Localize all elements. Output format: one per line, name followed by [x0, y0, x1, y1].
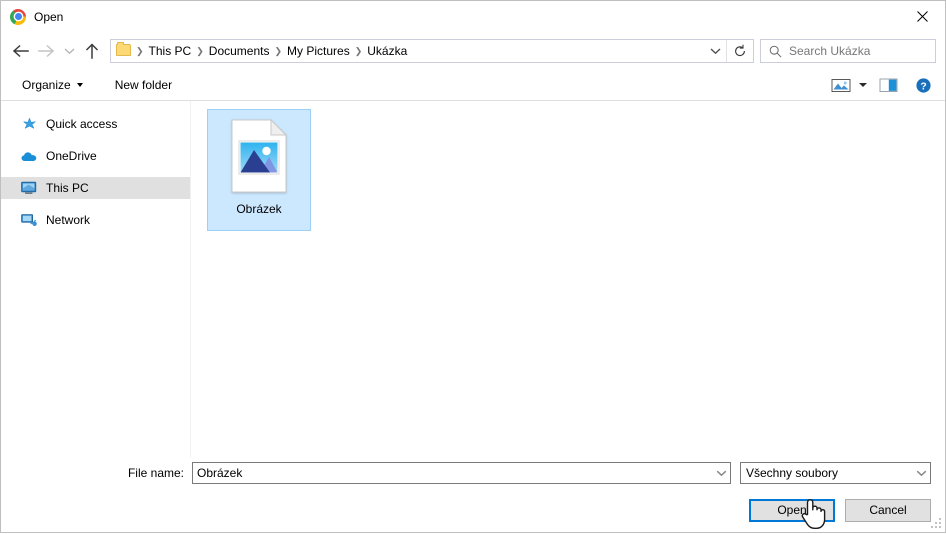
forward-arrow-icon: [33, 38, 59, 64]
title-bar: Open: [1, 1, 945, 32]
cancel-button[interactable]: Cancel: [845, 499, 931, 522]
navigation-pane: Quick access OneDrive: [1, 101, 191, 458]
preview-pane-icon[interactable]: [875, 74, 902, 96]
new-folder-label: New folder: [115, 78, 172, 92]
folder-icon: [116, 44, 132, 58]
breadcrumb-item-my-pictures[interactable]: My Pictures: [283, 41, 354, 61]
new-folder-button[interactable]: New folder: [108, 75, 179, 95]
window-title: Open: [34, 9, 63, 25]
svg-text:?: ?: [920, 81, 926, 92]
sidebar-item-this-pc[interactable]: This PC: [1, 177, 190, 199]
breadcrumb-separator: ❯: [135, 43, 145, 59]
filename-row: File name: Obrázek Všechny soubory: [1, 458, 931, 488]
breadcrumb-item-ukazka[interactable]: Ukázka: [363, 41, 411, 61]
filename-input[interactable]: Obrázek: [192, 462, 731, 484]
help-icon[interactable]: ?: [911, 74, 936, 97]
sidebar-item-label: This PC: [46, 180, 89, 196]
search-box[interactable]: Search Ukázka: [760, 39, 936, 63]
star-icon: [21, 116, 37, 132]
chrome-logo-icon: [10, 9, 26, 25]
cloud-icon: [21, 148, 37, 164]
close-button[interactable]: [900, 1, 945, 31]
search-input[interactable]: Search Ukázka: [789, 43, 870, 59]
command-bar: Organize New folder ?: [1, 70, 945, 101]
filename-value[interactable]: Obrázek: [193, 465, 713, 481]
filename-chevron-down-icon[interactable]: [713, 463, 730, 483]
view-options-chevron-down-icon[interactable]: [859, 83, 867, 87]
sidebar-item-network[interactable]: Network: [1, 209, 190, 231]
dialog-body: Quick access OneDrive: [1, 101, 945, 458]
file-list-pane[interactable]: Obrázek: [191, 101, 945, 458]
breadcrumb-item-documents[interactable]: Documents: [205, 41, 274, 61]
sidebar-item-quick-access[interactable]: Quick access: [1, 113, 190, 135]
organize-label: Organize: [22, 78, 71, 92]
recent-locations-chevron-icon[interactable]: [59, 38, 79, 64]
search-icon: [769, 45, 782, 58]
breadcrumb-item-this-pc[interactable]: This PC: [145, 41, 196, 61]
filetype-value: Všechny soubory: [741, 465, 913, 481]
image-file-icon: [230, 119, 288, 193]
back-arrow-icon[interactable]: [7, 38, 33, 64]
filetype-chevron-down-icon[interactable]: [913, 463, 930, 483]
filename-label: File name:: [15, 466, 192, 480]
chevron-down-icon: [77, 83, 83, 87]
breadcrumb-separator: ❯: [273, 43, 283, 59]
organize-button[interactable]: Organize: [15, 75, 90, 95]
sidebar-item-label: Network: [46, 212, 90, 228]
breadcrumb: ❯ This PC ❯ Documents ❯ My Pictures ❯ Uk…: [135, 41, 704, 61]
refresh-icon[interactable]: [726, 40, 753, 62]
file-item-label: Obrázek: [236, 202, 281, 216]
footer-buttons: Open Cancel: [1, 488, 931, 532]
sidebar-item-onedrive[interactable]: OneDrive: [1, 145, 190, 167]
dialog-footer: File name: Obrázek Všechny soubory: [1, 458, 945, 532]
sidebar-item-label: OneDrive: [46, 148, 97, 164]
breadcrumb-separator: ❯: [195, 43, 205, 59]
sidebar-item-label: Quick access: [46, 116, 117, 132]
view-options-icon[interactable]: [827, 74, 855, 96]
address-dropdown-chevron-down-icon[interactable]: [704, 40, 726, 62]
address-bar[interactable]: ❯ This PC ❯ Documents ❯ My Pictures ❯ Uk…: [110, 39, 754, 63]
network-icon: [21, 212, 37, 228]
file-item-obrazek[interactable]: Obrázek: [207, 109, 311, 231]
breadcrumb-separator: ❯: [354, 43, 364, 59]
resize-grip[interactable]: [930, 517, 942, 529]
open-button[interactable]: Open: [749, 499, 835, 522]
monitor-icon: [21, 180, 37, 196]
navigation-bar: ❯ This PC ❯ Documents ❯ My Pictures ❯ Uk…: [1, 32, 945, 70]
filetype-dropdown[interactable]: Všechny soubory: [740, 462, 931, 484]
up-arrow-icon[interactable]: [79, 38, 105, 64]
open-file-dialog: Open: [0, 0, 946, 533]
